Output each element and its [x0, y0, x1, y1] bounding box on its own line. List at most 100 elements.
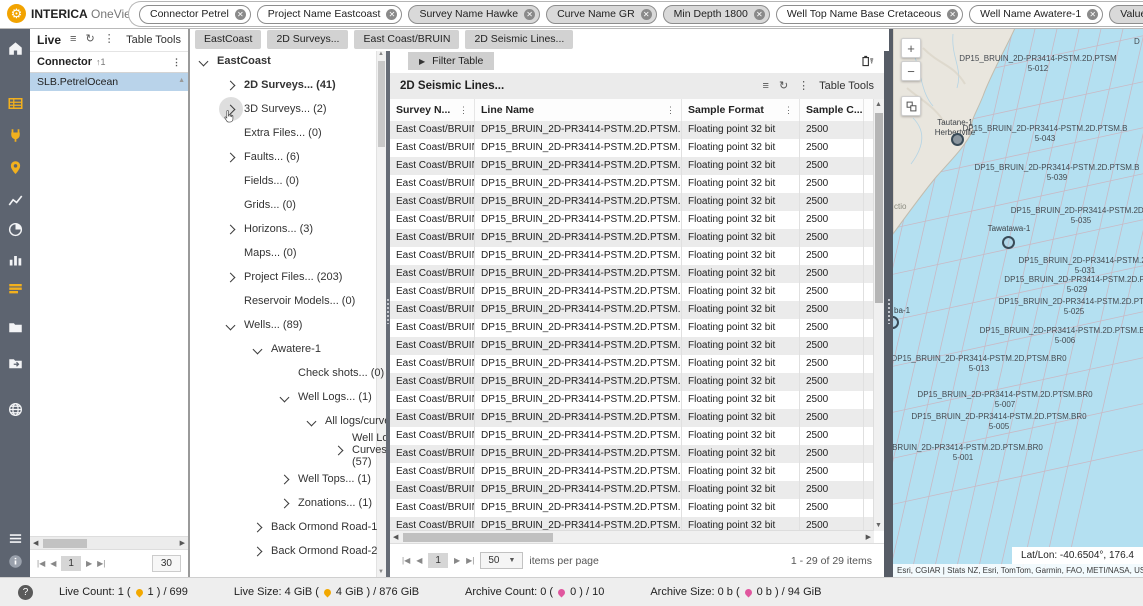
table-row[interactable]: East Coast/BRUINDP15_BRUIN_2D-PR3414-PST…	[390, 337, 874, 355]
scroll-down-icon[interactable]: ▼	[378, 569, 384, 575]
column-header-2[interactable]: Line Name⋮	[475, 99, 682, 121]
next-page-button[interactable]: ▶	[86, 559, 92, 568]
chevron-right-icon[interactable]	[226, 272, 236, 282]
table-tools-button[interactable]: Table Tools	[819, 80, 874, 92]
kebab-menu-icon[interactable]: ⋮	[798, 81, 809, 92]
filter-chip[interactable]: Well Top Name Base Cretaceous✕	[776, 5, 963, 24]
table-row[interactable]: East Coast/BRUINDP15_BRUIN_2D-PR3414-PST…	[390, 319, 874, 337]
chevron-right-icon[interactable]	[253, 522, 263, 532]
tree-item[interactable]: 2D Surveys... (41)	[190, 73, 386, 97]
page-size-box[interactable]: 30	[152, 555, 181, 572]
first-page-button[interactable]: |◀	[402, 556, 410, 565]
chevron-right-icon[interactable]	[226, 224, 236, 234]
extent-button[interactable]	[901, 96, 921, 116]
chip-close-icon[interactable]: ✕	[641, 9, 652, 20]
tree-item[interactable]: Well Logs... (1)	[190, 385, 386, 409]
data-tables-icon[interactable]	[8, 96, 23, 111]
column-kebab-icon[interactable]: ⋮	[459, 105, 468, 116]
tree-item[interactable]: Reservoir Models... (0)	[190, 289, 386, 313]
column-header-3[interactable]: Sample Format⋮	[682, 99, 800, 121]
scroll-right-icon[interactable]: ▶	[180, 539, 185, 547]
line-chart-icon[interactable]	[8, 193, 23, 208]
help-icon[interactable]: ?	[18, 585, 33, 600]
pie-chart-icon[interactable]	[8, 222, 23, 237]
table-row[interactable]: East Coast/BRUINDP15_BRUIN_2D-PR3414-PST…	[390, 229, 874, 247]
prev-page-button[interactable]: ◀	[416, 556, 422, 565]
chevron-down-icon[interactable]	[253, 344, 263, 354]
list-rows-icon[interactable]	[8, 281, 23, 296]
panel-splitter[interactable]	[884, 28, 893, 577]
tree-item[interactable]: Extra Files... (0)	[190, 121, 386, 145]
tree-item[interactable]: Zonations... (1)	[190, 491, 386, 515]
chevron-down-icon[interactable]	[307, 416, 317, 426]
refresh-icon[interactable]: ↻	[779, 81, 788, 92]
column-kebab-icon[interactable]: ⋮	[784, 105, 793, 116]
connector-row-selected[interactable]: SLB.PetrelOcean ▲	[30, 73, 188, 91]
column-kebab-icon[interactable]: ⋮	[172, 58, 181, 67]
table-row[interactable]: East Coast/BRUINDP15_BRUIN_2D-PR3414-PST…	[390, 427, 874, 445]
chip-close-icon[interactable]: ✕	[235, 9, 246, 20]
breadcrumb-tab-3[interactable]: East Coast/BRUIN	[354, 30, 459, 49]
table-horizontal-scrollbar[interactable]: ◀ ▶	[390, 530, 874, 544]
chip-close-icon[interactable]: ✕	[524, 9, 535, 20]
filter-chip[interactable]: Survey Name Hawke✕	[408, 5, 540, 24]
tree-item[interactable]: Awatere-1	[190, 337, 386, 361]
kebab-menu-icon[interactable]: ⋮	[104, 34, 115, 45]
filter-chip[interactable]: Curve Name GR✕	[546, 5, 657, 24]
live-horizontal-scrollbar[interactable]: ◀ ▶	[30, 536, 188, 550]
home-icon[interactable]	[8, 41, 23, 56]
tree-item[interactable]: 3D Surveys... (2)	[190, 97, 386, 121]
breadcrumb-tab-4[interactable]: 2D Seismic Lines...	[465, 30, 573, 49]
tree-item[interactable]: Well Log Curves...(57)	[190, 433, 386, 467]
next-page-button[interactable]: ▶	[454, 556, 460, 565]
globe-icon[interactable]	[8, 402, 23, 417]
filter-lines-icon[interactable]: ≡	[70, 34, 76, 45]
tree-item[interactable]: Back Ormond Road-2	[190, 539, 386, 563]
menu-icon[interactable]	[8, 531, 23, 546]
folder-icon[interactable]	[8, 320, 23, 335]
chevron-down-icon[interactable]	[226, 320, 236, 330]
table-row[interactable]: East Coast/BRUINDP15_BRUIN_2D-PR3414-PST…	[390, 211, 874, 229]
table-row[interactable]: East Coast/BRUINDP15_BRUIN_2D-PR3414-PST…	[390, 481, 874, 499]
page-size-dropdown[interactable]: 50 ▼	[480, 552, 523, 569]
tree-item[interactable]: Well Tops... (1)	[190, 467, 386, 491]
chip-close-icon[interactable]: ✕	[386, 9, 397, 20]
chip-close-icon[interactable]: ✕	[947, 9, 958, 20]
last-page-button[interactable]: ▶|	[97, 559, 105, 568]
table-row[interactable]: East Coast/BRUINDP15_BRUIN_2D-PR3414-PST…	[390, 445, 874, 463]
scrollbar-thumb[interactable]	[43, 539, 87, 548]
column-kebab-icon[interactable]: ⋮	[666, 105, 675, 116]
chevron-down-icon[interactable]	[199, 56, 209, 66]
tree-item[interactable]: EastCoast	[190, 49, 386, 73]
scroll-left-icon[interactable]: ◀	[393, 533, 398, 541]
live-table-tools-button[interactable]: Table Tools	[126, 34, 181, 46]
chevron-right-icon[interactable]	[334, 445, 344, 455]
clear-filters-icon[interactable]	[860, 54, 874, 68]
filter-chip[interactable]: Value Western Challenger✕	[1109, 5, 1143, 24]
table-vertical-scrollbar[interactable]: ▲ ▼	[873, 99, 884, 531]
table-row[interactable]: East Coast/BRUINDP15_BRUIN_2D-PR3414-PST…	[390, 373, 874, 391]
tree-item[interactable]: Project Files... (203)	[190, 265, 386, 289]
filter-chip[interactable]: Well Name Awatere-1✕	[969, 5, 1103, 24]
chevron-right-icon[interactable]	[226, 80, 236, 90]
tree-item[interactable]: All logs/curves	[190, 409, 386, 433]
table-row[interactable]: East Coast/BRUINDP15_BRUIN_2D-PR3414-PST…	[390, 121, 874, 139]
well-marker[interactable]	[1002, 236, 1015, 249]
table-row[interactable]: East Coast/BRUINDP15_BRUIN_2D-PR3414-PST…	[390, 193, 874, 211]
chevron-right-icon[interactable]	[226, 152, 236, 162]
filter-chip[interactable]: Project Name Eastcoast✕	[257, 5, 403, 24]
breadcrumb-tab-1[interactable]: EastCoast	[195, 30, 261, 49]
table-row[interactable]: East Coast/BRUINDP15_BRUIN_2D-PR3414-PST…	[390, 301, 874, 319]
refresh-icon[interactable]: ↻	[85, 34, 94, 45]
table-row[interactable]: East Coast/BRUINDP15_BRUIN_2D-PR3414-PST…	[390, 247, 874, 265]
chevron-right-icon[interactable]	[280, 498, 290, 508]
connector-column-header[interactable]: Connector ↑1 ⋮	[30, 51, 188, 73]
table-row[interactable]: East Coast/BRUINDP15_BRUIN_2D-PR3414-PST…	[390, 463, 874, 481]
chip-close-icon[interactable]: ✕	[754, 9, 765, 20]
table-row[interactable]: East Coast/BRUINDP15_BRUIN_2D-PR3414-PST…	[390, 499, 874, 517]
table-row[interactable]: East Coast/BRUINDP15_BRUIN_2D-PR3414-PST…	[390, 175, 874, 193]
zoom-out-button[interactable]: −	[901, 61, 921, 81]
tree-item[interactable]: Maps... (0)	[190, 241, 386, 265]
table-row[interactable]: East Coast/BRUINDP15_BRUIN_2D-PR3414-PST…	[390, 265, 874, 283]
filter-chip[interactable]: Min Depth 1800✕	[663, 5, 770, 24]
